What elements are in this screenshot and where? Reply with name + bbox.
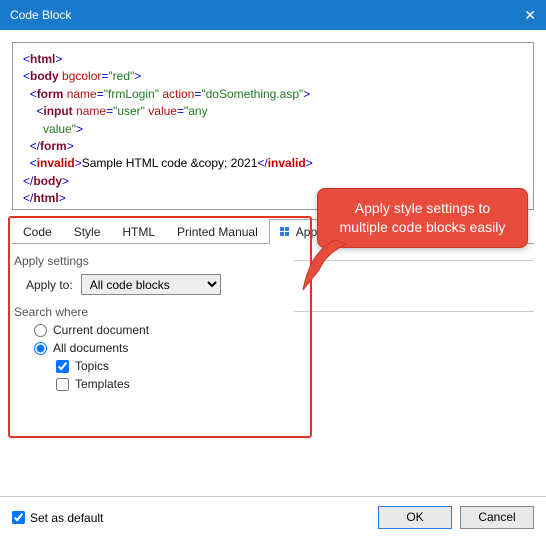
check-templates[interactable]: [56, 378, 69, 391]
annotation-callout: Apply style settings to multiple code bl…: [317, 188, 528, 248]
check-topics[interactable]: [56, 360, 69, 373]
check-set-default[interactable]: [12, 511, 25, 524]
grid-icon: [280, 226, 292, 238]
tab-printed-manual[interactable]: Printed Manual: [166, 219, 269, 244]
tab-code[interactable]: Code: [12, 219, 63, 244]
radio-current-document[interactable]: [34, 324, 47, 337]
radio-all-label: All documents: [53, 341, 128, 355]
check-templates-label: Templates: [75, 377, 130, 391]
window-title: Code Block: [10, 8, 71, 22]
apply-settings-group: Apply settings: [14, 254, 534, 268]
tab-html[interactable]: HTML: [111, 219, 166, 244]
cancel-button[interactable]: Cancel: [460, 506, 534, 529]
tab-style[interactable]: Style: [63, 219, 112, 244]
radio-all-documents[interactable]: [34, 342, 47, 355]
apply-to-select[interactable]: All code blocks: [81, 274, 221, 295]
ok-button[interactable]: OK: [378, 506, 452, 529]
close-icon[interactable]: ✕: [524, 7, 536, 24]
search-where-group: Search where: [14, 305, 534, 319]
titlebar: Code Block ✕: [0, 0, 546, 30]
dialog-footer: Set as default OK Cancel: [0, 496, 546, 538]
radio-current-label: Current document: [53, 323, 149, 337]
set-default-label: Set as default: [30, 511, 103, 525]
apply-to-label: Apply to:: [26, 278, 73, 292]
check-topics-label: Topics: [75, 359, 109, 373]
callout-tail-icon: [295, 232, 365, 302]
code-preview[interactable]: <html> <body bgcolor="red"> <form name="…: [12, 42, 534, 210]
